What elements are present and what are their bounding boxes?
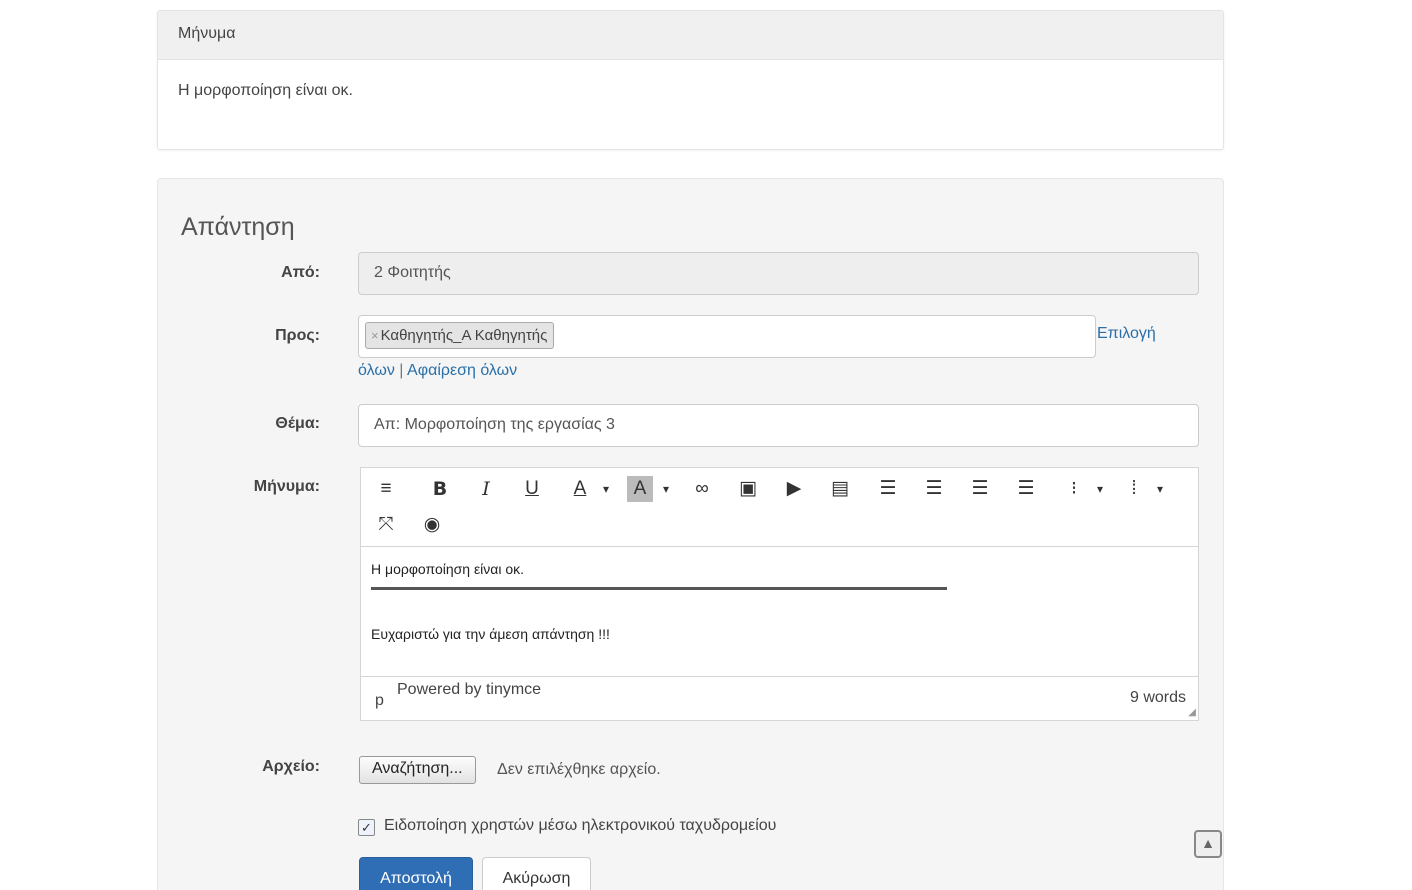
element-path[interactable]: p: [375, 692, 384, 710]
page-break-icon[interactable]: ▤: [827, 476, 853, 502]
align-justify-icon[interactable]: ☰: [1013, 476, 1039, 502]
cancel-button[interactable]: Ακύρωση: [482, 857, 591, 890]
subject-label: Θέμα:: [275, 415, 320, 432]
selection-links: όλων | Αφαίρεση όλων: [358, 362, 517, 380]
scroll-to-top-icon[interactable]: ▲: [1194, 830, 1222, 858]
fullscreen-icon[interactable]: ⤧: [373, 512, 399, 538]
message-panel-heading: Μήνυμα: [158, 11, 1223, 60]
editor-statusbar: p Powered by tinymce 9 words ◢: [361, 676, 1198, 720]
italic-icon[interactable]: I: [473, 476, 499, 502]
recipient-token-label: Καθηγητής_Α Καθηγητής: [380, 327, 548, 344]
subject-input[interactable]: Απ: Μορφοποίηση της εργασίας 3: [358, 404, 1199, 447]
file-status-text: Δεν επιλέχθηκε αρχείο.: [497, 761, 661, 778]
file-browse-button[interactable]: Αναζήτηση...: [359, 756, 476, 784]
from-label: Από:: [281, 264, 320, 281]
message-label: Μήνυμα:: [253, 478, 320, 495]
notify-label[interactable]: Ειδοποίηση χρηστών μέσω ηλεκτρονικού ταχ…: [384, 817, 776, 835]
message-panel: Μήνυμα Η μορφοποίηση είναι οκ.: [157, 10, 1224, 150]
media-icon[interactable]: ▶: [781, 476, 807, 502]
numbered-list-icon[interactable]: ⁞: [1121, 476, 1147, 502]
rich-text-editor[interactable]: ≡ B I U A ▾ A ▾ ∞ ▣ ▶ ▤ ☰ ☰ ☰ ☰ ⁝ ▾ ⁞ ▾ …: [360, 467, 1199, 721]
bg-color-icon[interactable]: A: [627, 476, 653, 502]
link-icon[interactable]: ∞: [689, 476, 715, 502]
numbered-list-dropdown-icon[interactable]: ▾: [1155, 476, 1165, 502]
text-color-icon[interactable]: A: [567, 476, 593, 502]
bullet-list-icon[interactable]: ⁝: [1061, 476, 1087, 502]
file-label: Αρχείο:: [262, 758, 320, 775]
remove-all-link[interactable]: Αφαίρεση όλων: [407, 362, 517, 379]
format-icon[interactable]: ≡: [373, 476, 399, 502]
select-all-link-part2[interactable]: όλων: [358, 362, 395, 379]
text-color-dropdown-icon[interactable]: ▾: [601, 476, 611, 502]
resize-handle-icon[interactable]: ◢: [1188, 707, 1196, 718]
bullet-list-dropdown-icon[interactable]: ▾: [1095, 476, 1105, 502]
remove-token-icon[interactable]: ×: [371, 328, 379, 343]
align-center-icon[interactable]: ☰: [921, 476, 947, 502]
from-field: 2 Φοιτητής: [358, 252, 1199, 295]
bold-icon[interactable]: B: [427, 476, 453, 502]
bg-color-dropdown-icon[interactable]: ▾: [661, 476, 671, 502]
editor-toolbar: ≡ B I U A ▾ A ▾ ∞ ▣ ▶ ▤ ☰ ☰ ☰ ☰ ⁝ ▾ ⁞ ▾ …: [361, 468, 1198, 547]
editor-content-area[interactable]: Η μορφοποίηση είναι οκ. Ευχαριστώ για τη…: [361, 547, 1198, 677]
word-count: 9 words: [1129, 689, 1186, 706]
link-separator: |: [399, 362, 404, 379]
powered-by-link[interactable]: Powered by tinymce: [397, 681, 541, 699]
recipient-token[interactable]: × Καθηγητής_Α Καθηγητής: [365, 322, 555, 349]
underline-icon[interactable]: U: [519, 476, 545, 502]
image-icon[interactable]: ▣: [735, 476, 761, 502]
to-recipients-field[interactable]: × Καθηγητής_Α Καθηγητής: [358, 315, 1096, 358]
submit-button[interactable]: Αποστολή: [359, 857, 473, 890]
notify-checkbox[interactable]: ✓: [358, 819, 375, 836]
message-panel-body: Η μορφοποίηση είναι οκ.: [178, 82, 353, 99]
align-right-icon[interactable]: ☰: [967, 476, 993, 502]
reply-legend: Απάντηση: [181, 213, 295, 241]
align-left-icon[interactable]: ☰: [875, 476, 901, 502]
preview-icon[interactable]: ◉: [419, 512, 445, 538]
horizontal-rule: [371, 587, 947, 590]
editor-line-2: Ευχαριστώ για την άμεση απάντηση !!!: [371, 626, 610, 642]
to-label: Προς:: [275, 327, 320, 344]
editor-line-1: Η μορφοποίηση είναι οκ.: [371, 561, 525, 577]
select-all-link-part1[interactable]: Επιλογή: [1097, 325, 1156, 343]
